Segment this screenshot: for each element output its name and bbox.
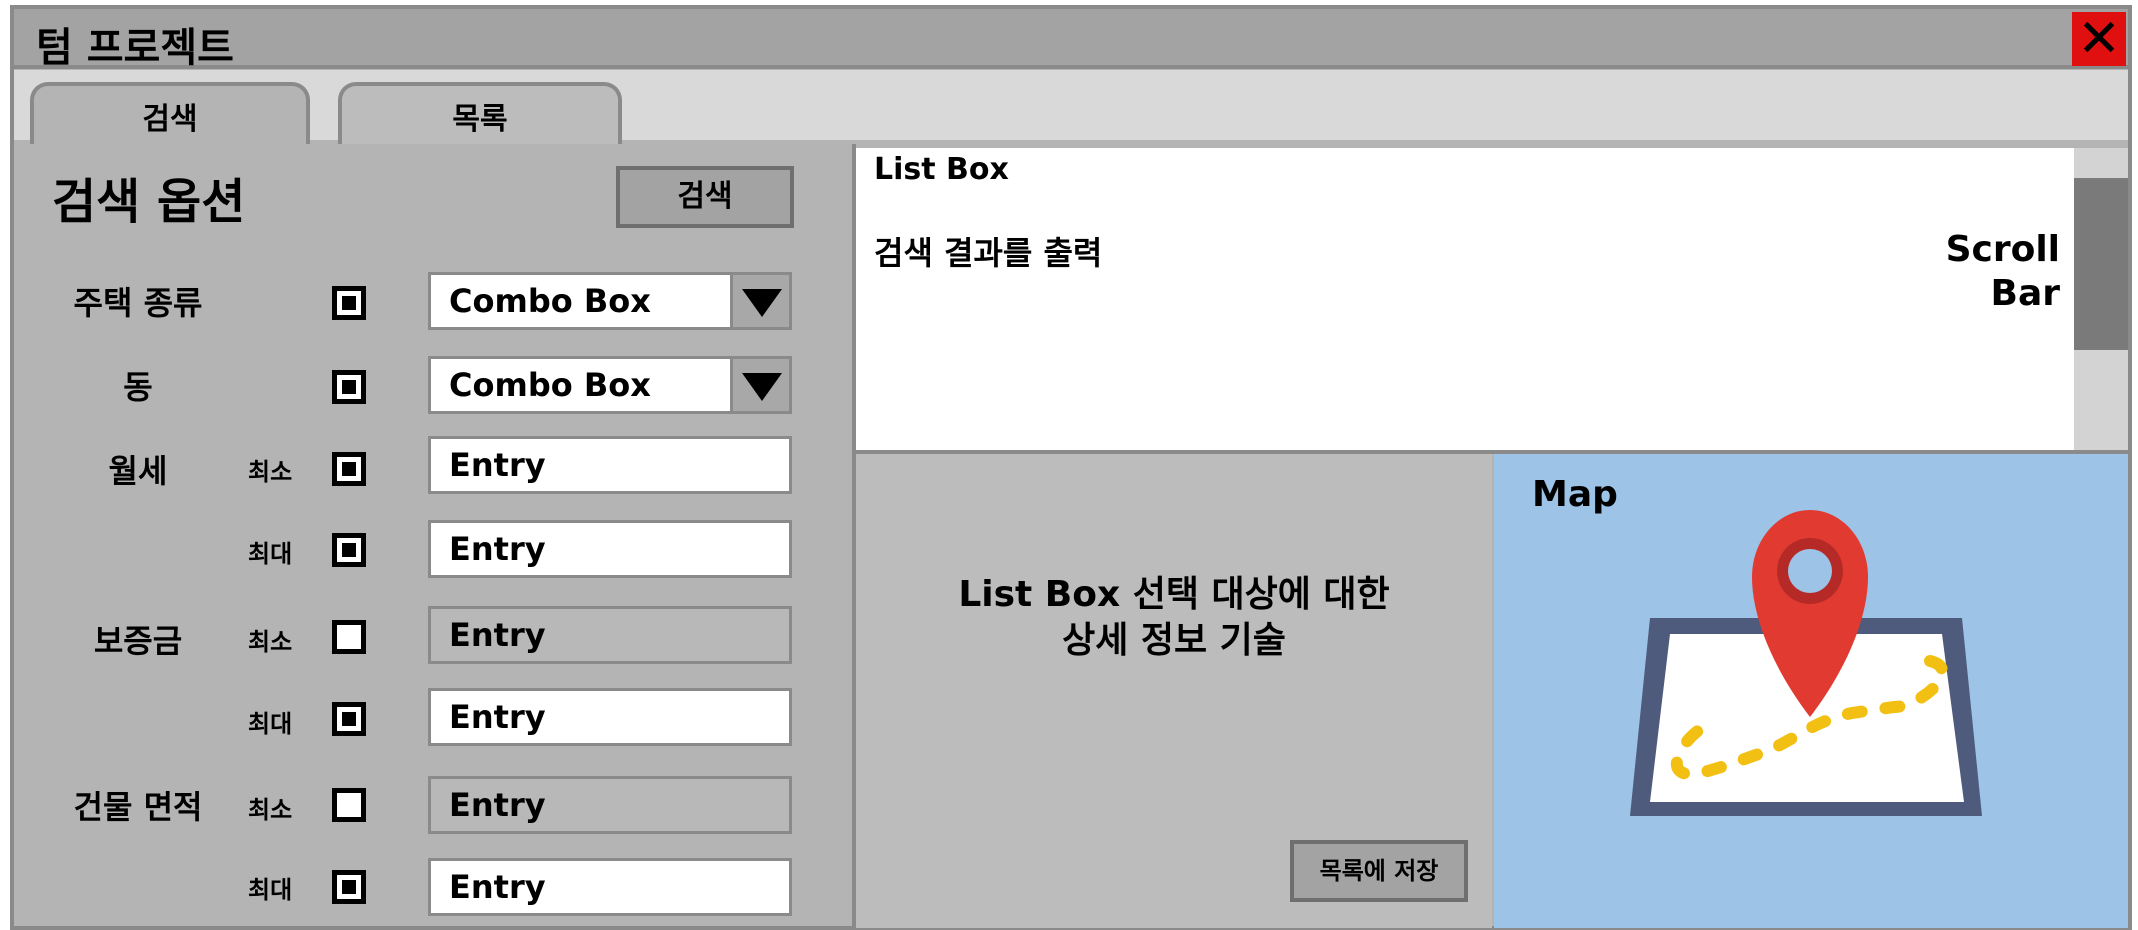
save-to-list-button[interactable]: 목록에 저장 (1290, 840, 1468, 902)
rent-min-entry[interactable]: Entry (428, 436, 792, 494)
checkbox-deposit-min[interactable] (332, 620, 366, 654)
title-bar: 텀 프로젝트 (14, 9, 2128, 71)
window-title: 텀 프로젝트 (36, 25, 234, 71)
detail-description: List Box 선택 대상에 대한 상세 정보 기술 (958, 574, 1390, 661)
combobox-value: Combo Box (449, 366, 651, 404)
min-label: 최소 (248, 796, 293, 824)
tab-list[interactable]: 목록 (338, 82, 622, 144)
checkbox-mark (342, 543, 356, 557)
listbox-title: List Box (874, 152, 1009, 187)
tab-search[interactable]: 검색 (30, 82, 310, 148)
checkbox-deposit-max[interactable] (332, 702, 366, 736)
checkbox-rent-min[interactable] (332, 452, 366, 486)
row-label: 주택 종류 (73, 284, 203, 322)
rent-max-entry[interactable]: Entry (428, 520, 792, 578)
close-icon[interactable]: ✕ (2072, 12, 2126, 66)
area-min-entry[interactable]: Entry (428, 776, 792, 834)
dropdown-arrow-icon[interactable] (730, 359, 789, 411)
checkbox-mark (342, 712, 356, 726)
results-listbox[interactable]: List Box 검색 결과를 출력 Scroll Bar (856, 148, 2074, 450)
checkbox-mark (342, 380, 356, 394)
results-scrollbar[interactable] (2074, 148, 2128, 450)
scrollbar-annotation: Scroll Bar (1945, 229, 2060, 314)
combobox-value: Combo Box (449, 282, 651, 320)
map-view[interactable]: Map (1494, 454, 2128, 928)
search-button[interactable]: 검색 (616, 166, 794, 228)
housing-type-combobox[interactable]: Combo Box (428, 272, 792, 330)
deposit-min-entry[interactable]: Entry (428, 606, 792, 664)
checkbox-housing-type[interactable] (332, 286, 366, 320)
checkbox-area-min[interactable] (332, 788, 366, 822)
checkbox-mark (342, 880, 356, 894)
checkbox-rent-max[interactable] (332, 533, 366, 567)
dropdown-arrow-icon[interactable] (730, 275, 789, 327)
min-label: 최소 (248, 458, 293, 486)
area-max-entry[interactable]: Entry (428, 858, 792, 916)
listbox-placeholder-text: 검색 결과를 출력 (874, 234, 1103, 272)
deposit-max-entry[interactable]: Entry (428, 688, 792, 746)
max-label: 최대 (248, 876, 293, 904)
row-label: 월세 (108, 452, 168, 490)
search-options-heading: 검색 옵션 (52, 174, 246, 230)
row-label: 동 (123, 368, 153, 406)
scrollbar-thumb[interactable] (2074, 178, 2128, 350)
max-label: 최대 (248, 710, 293, 738)
row-label: 건물 면적 (73, 788, 203, 826)
tab-bar (14, 70, 2128, 140)
checkbox-area-max[interactable] (332, 870, 366, 904)
map-pin-icon (1630, 510, 1982, 816)
checkbox-mark (342, 462, 356, 476)
row-label: 보증금 (93, 622, 183, 660)
dong-combobox[interactable]: Combo Box (428, 356, 792, 414)
checkbox-dong[interactable] (332, 370, 366, 404)
min-label: 최소 (248, 628, 293, 656)
checkbox-mark (342, 296, 356, 310)
max-label: 최대 (248, 540, 293, 568)
